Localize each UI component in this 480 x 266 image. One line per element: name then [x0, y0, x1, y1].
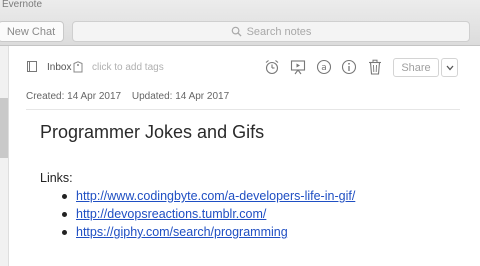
notebook-icon — [27, 61, 37, 72]
tag-icon — [73, 61, 83, 73]
at-icon: a — [316, 59, 332, 75]
window-toolbar: Evernote New Chat Search notes — [0, 0, 480, 46]
note-title[interactable]: Programmer Jokes and Gifs — [40, 122, 264, 143]
list-item: https://giphy.com/search/programming — [62, 223, 355, 241]
list-item: http://www.codingbyte.com/a-developers-l… — [62, 187, 355, 205]
scroll-thumb[interactable] — [0, 98, 8, 158]
share-button[interactable]: Share — [393, 58, 439, 77]
header-divider — [26, 109, 460, 110]
search-placeholder: Search notes — [246, 25, 312, 38]
link-codingbyte[interactable]: http://www.codingbyte.com/a-developers-l… — [76, 189, 355, 203]
svg-text:a: a — [321, 63, 327, 73]
link-list: http://www.codingbyte.com/a-developers-l… — [62, 187, 355, 241]
reminder-button[interactable] — [264, 59, 280, 75]
presentation-icon — [290, 60, 306, 75]
add-tags-field[interactable]: click to add tags — [92, 62, 164, 73]
search-input[interactable]: Search notes — [72, 21, 470, 42]
note-list-edge[interactable] — [0, 46, 9, 266]
link-giphy[interactable]: https://giphy.com/search/programming — [76, 225, 288, 239]
links-label: Links: — [40, 171, 73, 185]
new-chat-button[interactable]: New Chat — [0, 21, 64, 42]
delete-note-button[interactable] — [367, 59, 383, 75]
presentation-button[interactable] — [290, 59, 306, 75]
chevron-down-icon — [446, 65, 453, 70]
trash-icon — [369, 59, 381, 75]
note-dates: Created: 14 Apr 2017 Updated: 14 Apr 201… — [26, 91, 237, 102]
created-date: Created: 14 Apr 2017 — [26, 91, 122, 102]
link-devopsreactions[interactable]: http://devopsreactions.tumblr.com/ — [76, 207, 266, 221]
note-info-button[interactable] — [341, 59, 357, 75]
info-icon — [341, 59, 357, 75]
updated-date: Updated: 14 Apr 2017 — [131, 91, 230, 102]
share-menu-button[interactable] — [441, 58, 458, 77]
search-icon — [231, 26, 242, 37]
note-header: Inbox click to add tags a Share — [9, 46, 480, 84]
notebook-selector[interactable]: Inbox — [47, 62, 71, 73]
window-title: Evernote — [2, 0, 43, 10]
work-chat-button[interactable]: a — [316, 59, 332, 75]
reminder-icon — [265, 60, 279, 75]
list-item: http://devopsreactions.tumblr.com/ — [62, 205, 355, 223]
